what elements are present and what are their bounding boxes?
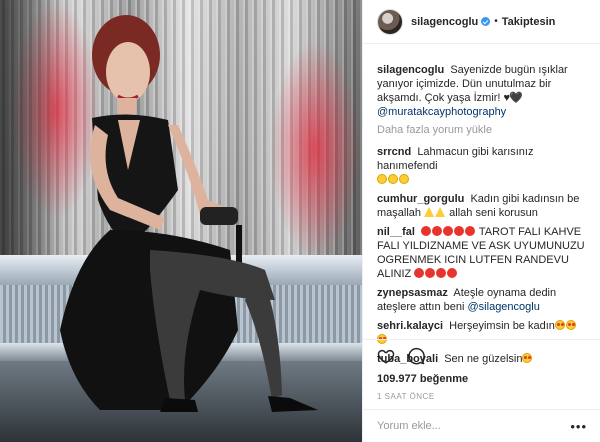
red-circle-emoji-icon bbox=[425, 268, 436, 278]
caption-username[interactable]: silagencoglu bbox=[377, 64, 444, 76]
red-circle-emoji-icon bbox=[436, 268, 447, 278]
comment-username[interactable]: zynepsasmaz bbox=[377, 287, 448, 299]
avatar[interactable] bbox=[377, 8, 403, 35]
comment-username[interactable]: nil__fal bbox=[377, 226, 415, 238]
likes-label: beğenme bbox=[419, 373, 469, 385]
post-photo[interactable] bbox=[0, 0, 362, 442]
comment-text-continued: allah seni korusun bbox=[449, 207, 538, 219]
red-circle-emoji-icon bbox=[442, 226, 453, 236]
red-circle-emoji-icon bbox=[420, 226, 431, 236]
grin-emoji-icon bbox=[388, 174, 398, 184]
comment-item: zynepsasmaz Ateşle oynama dedin ateşlere… bbox=[377, 286, 591, 314]
comments-section: silagencoglu Sayenizde bugün ışıklar yan… bbox=[377, 63, 591, 371]
comment-text: Herşeyimsin be kadın bbox=[449, 320, 555, 332]
comment-username[interactable]: srrcnd bbox=[377, 146, 411, 158]
caption: silagencoglu Sayenizde bugün ışıklar yan… bbox=[377, 63, 591, 119]
red-circle-emoji-icon bbox=[453, 226, 464, 236]
post-timestamp[interactable]: 1 SAAT ÖNCE bbox=[377, 392, 435, 401]
comment-username[interactable]: cumhur_gorgulu bbox=[377, 193, 464, 205]
comment-username[interactable]: sehri.kalayci bbox=[377, 320, 443, 332]
red-circle-emoji-icon bbox=[447, 268, 458, 278]
comment-text: Sen ne güzelsin bbox=[444, 353, 523, 365]
pray-emoji-icon bbox=[424, 207, 435, 217]
add-comment-bar: ••• bbox=[363, 409, 600, 442]
load-more-comments-button[interactable]: Daha fazla yorum yükle bbox=[377, 123, 591, 137]
header-username[interactable]: silagencoglu bbox=[411, 16, 478, 28]
heart-eyes-emoji-icon bbox=[565, 320, 576, 330]
comment-item: sehri.kalayci Herşeyimsin be kadın bbox=[377, 319, 591, 347]
red-circle-emoji-icon bbox=[464, 226, 475, 236]
comment-item: srrcnd Lahmacun gibi karısınız hanımefen… bbox=[377, 145, 591, 187]
post-actions bbox=[377, 347, 425, 365]
grin-emoji-icon bbox=[399, 174, 409, 184]
following-button[interactable]: Takiptesin bbox=[502, 16, 556, 28]
heart-eyes-emoji-icon bbox=[522, 353, 533, 363]
caption-mention[interactable]: @muratakcayphotography bbox=[377, 106, 506, 118]
likes-number: 109.977 bbox=[377, 373, 417, 385]
grin-emoji-icon bbox=[377, 174, 387, 184]
comment-mention[interactable]: @silagencoglu bbox=[468, 301, 540, 313]
heart-icon[interactable] bbox=[377, 347, 395, 365]
actions-divider bbox=[363, 339, 600, 340]
red-circle-emoji-icon bbox=[414, 268, 425, 278]
heart-eyes-emoji-icon bbox=[554, 320, 565, 330]
separator-dot: • bbox=[494, 16, 498, 27]
comment-input[interactable] bbox=[377, 420, 557, 432]
post-header: silagencoglu • Takiptesin bbox=[363, 0, 600, 44]
comment-icon[interactable] bbox=[407, 347, 425, 365]
comment-item: nil__fal TAROT FALI KAHVE FALI YILDIZNAM… bbox=[377, 225, 591, 281]
likes-count[interactable]: 109.977 beğenme bbox=[377, 373, 468, 385]
comment-item: cumhur_gorgulu Kadın gibi kadınsın be ma… bbox=[377, 192, 591, 220]
caption-hearts: ♥🖤 bbox=[503, 92, 523, 104]
more-options-icon[interactable]: ••• bbox=[570, 419, 587, 434]
red-circle-emoji-icon bbox=[431, 226, 442, 236]
seated-singer-figure bbox=[60, 15, 318, 412]
pray-emoji-icon bbox=[435, 207, 446, 217]
post-side-panel: silagencoglu • Takiptesin silagencoglu S… bbox=[362, 0, 600, 442]
verified-badge-icon bbox=[481, 17, 491, 26]
